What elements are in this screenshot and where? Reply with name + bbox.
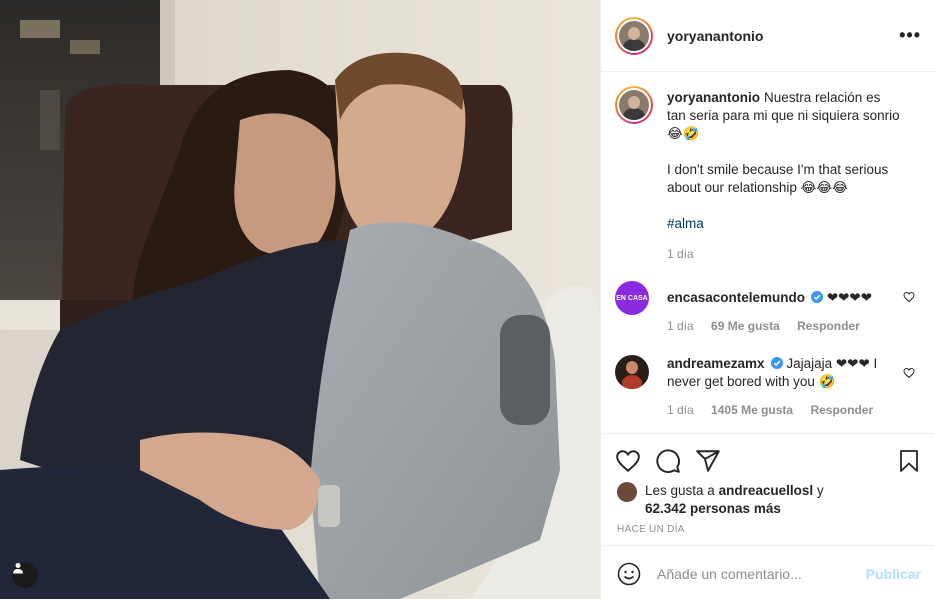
post-header: yoryanantonio ••• — [601, 0, 935, 72]
comment-username[interactable]: andreamezamx — [667, 356, 765, 371]
likes-summary: Les gusta a andreacuellosl y 62.342 pers… — [601, 478, 935, 518]
comment-input[interactable]: Añade un comentario... — [657, 566, 866, 582]
comment-username[interactable]: encasacontelemundo — [667, 290, 805, 305]
caption-emoji-1: 😂🤣 — [667, 126, 700, 141]
comment-text: ❤❤❤❤ — [826, 290, 873, 305]
person-icon — [13, 563, 23, 574]
caption-hashtag[interactable]: #alma — [667, 216, 704, 231]
tagged-users-button[interactable] — [12, 562, 38, 588]
comment-emoji: 🤣 — [818, 374, 836, 389]
post-timestamp[interactable]: HACE UN DÍA — [601, 518, 935, 546]
more-options-icon[interactable]: ••• — [899, 25, 921, 46]
comment-likes[interactable]: 1405 Me gusta — [711, 403, 793, 417]
post-photo[interactable] — [0, 0, 600, 599]
caption-avatar[interactable] — [615, 86, 653, 124]
liker-avatar[interactable] — [617, 482, 637, 502]
comment-likes[interactable]: 69 Me gusta — [711, 319, 780, 333]
liker-username[interactable]: andreacuellosl — [719, 483, 814, 498]
comments-list: yoryanantonio Nuestra relación es tan ser… — [601, 72, 935, 434]
action-bar — [601, 434, 935, 478]
comment-avatar[interactable] — [615, 355, 649, 389]
like-comment-heart-icon[interactable] — [903, 291, 915, 303]
verified-badge-icon — [811, 291, 824, 303]
caption-username[interactable]: yoryanantonio — [667, 90, 760, 105]
comment-time[interactable]: 1 día — [667, 319, 694, 333]
caption-emoji-2: 😂😂😂 — [800, 180, 848, 195]
like-comment-heart-icon[interactable] — [903, 367, 915, 379]
emoji-smiley-icon[interactable] — [617, 562, 641, 586]
comment-avatar[interactable]: EN CASA — [615, 281, 649, 315]
reply-button[interactable]: Responder — [810, 403, 873, 417]
save-bookmark-icon[interactable] — [897, 448, 921, 474]
post-image — [0, 0, 600, 599]
caption-line-2: I don't smile because I'm that serious a… — [667, 162, 889, 195]
caption-time[interactable]: 1 día — [667, 247, 694, 261]
add-comment-bar: Añade un comentario... Publicar — [601, 546, 935, 602]
author-username[interactable]: yoryanantonio — [667, 28, 763, 44]
likes-count[interactable]: 62.342 personas más — [645, 501, 781, 516]
reply-button[interactable]: Responder — [797, 319, 860, 333]
author-avatar[interactable] — [615, 16, 653, 55]
like-heart-icon[interactable] — [615, 448, 641, 474]
verified-badge-icon — [770, 357, 783, 369]
share-paper-plane-icon[interactable] — [695, 448, 721, 474]
comment-item: andreamezamx Jajajaja ❤❤❤ I never get bo… — [615, 355, 921, 419]
comment-time[interactable]: 1 día — [667, 403, 694, 417]
comment-bubble-icon[interactable] — [655, 448, 681, 474]
caption: yoryanantonio Nuestra relación es tan ser… — [615, 86, 921, 263]
comment-item: EN CASA encasacontelemundo ❤❤❤❤ 1 día 69… — [615, 281, 921, 335]
post-panel: yoryanantonio ••• yoryanantonio Nuestra r… — [600, 0, 935, 599]
publish-button[interactable]: Publicar — [866, 566, 921, 582]
instagram-post: yoryanantonio ••• yoryanantonio Nuestra r… — [0, 0, 935, 599]
